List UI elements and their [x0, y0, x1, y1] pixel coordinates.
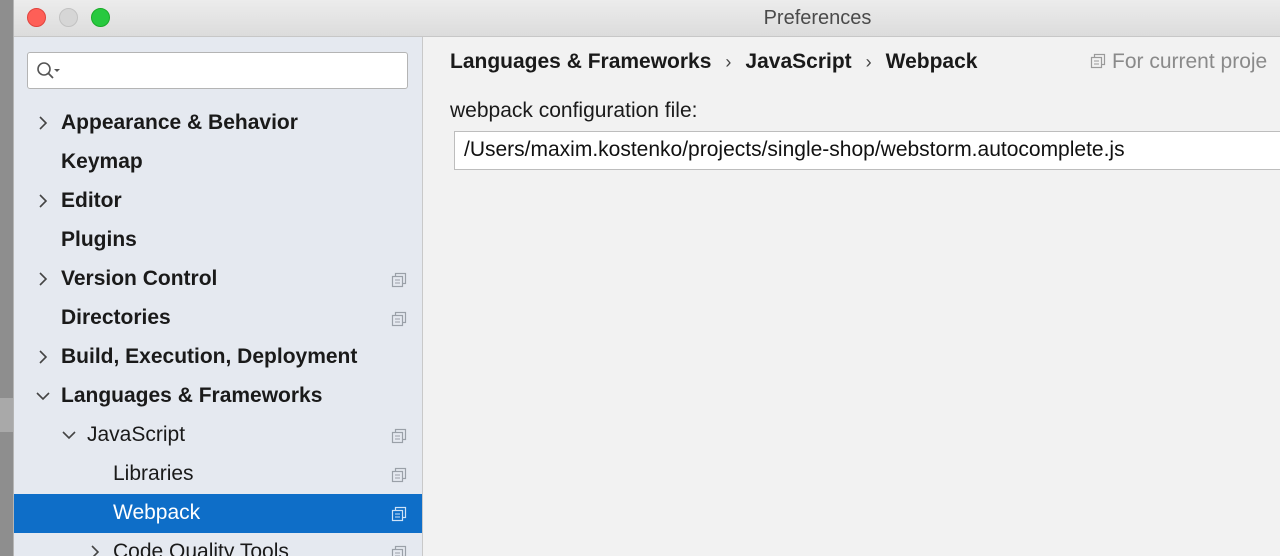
scope-indicator: For current proje — [1090, 50, 1267, 74]
project-scope-icon — [391, 545, 407, 556]
sidebar-item-version-control[interactable]: Version Control — [14, 260, 422, 299]
sidebar-item-keymap[interactable]: Keymap — [14, 143, 422, 182]
breadcrumb-item[interactable]: JavaScript — [745, 50, 851, 73]
sidebar-item-libraries[interactable]: Libraries — [14, 455, 422, 494]
sidebar-item-directories[interactable]: Directories — [14, 299, 422, 338]
sidebar-item-build-execution-deployment[interactable]: Build, Execution, Deployment — [14, 338, 422, 377]
project-scope-icon — [391, 467, 407, 483]
preferences-window: Preferences Appearance & Behavior Keymap E… — [13, 0, 1280, 556]
settings-content: Languages & Frameworks › JavaScript › Webpac… — [423, 37, 1280, 556]
sidebar-item-label: Keymap — [61, 150, 143, 173]
sidebar-item-label: Languages & Frameworks — [61, 384, 323, 407]
sidebar-item-label: Code Quality Tools — [113, 540, 289, 556]
webpack-config-field[interactable]: /Users/maxim.kostenko/projects/single-sh… — [454, 131, 1280, 170]
settings-sidebar: Appearance & Behavior Keymap Editor Plugins… — [14, 37, 423, 556]
breadcrumb-item: Webpack — [885, 50, 978, 73]
sidebar-item-label: Editor — [61, 189, 122, 212]
settings-search-input[interactable] — [27, 52, 408, 89]
sidebar-item-label: Build, Execution, Deployment — [61, 345, 358, 368]
chevron-right-icon[interactable] — [35, 193, 51, 209]
sidebar-item-label: Libraries — [113, 462, 194, 485]
project-scope-icon — [1090, 53, 1106, 69]
sidebar-item-appearance-behavior[interactable]: Appearance & Behavior — [14, 104, 422, 143]
sidebar-item-languages-frameworks[interactable]: Languages & Frameworks — [14, 377, 422, 416]
sidebar-item-label: Webpack — [113, 501, 201, 524]
project-scope-icon — [391, 272, 407, 288]
sidebar-item-editor[interactable]: Editor — [14, 182, 422, 221]
breadcrumb: Languages & Frameworks › JavaScript › Webpac… — [450, 50, 977, 74]
sidebar-item-label: Directories — [61, 306, 171, 329]
chevron-right-icon[interactable] — [35, 271, 51, 287]
sidebar-item-label: Plugins — [61, 228, 137, 251]
background-window-strip — [0, 398, 13, 432]
sidebar-item-webpack[interactable]: Webpack — [14, 494, 422, 533]
search-icon — [37, 62, 60, 79]
sidebar-item-label: Appearance & Behavior — [61, 111, 298, 134]
webpack-config-label: webpack configuration file: — [450, 99, 698, 122]
project-scope-icon — [391, 428, 407, 444]
chevron-right-icon[interactable] — [35, 349, 51, 365]
chevron-down-icon[interactable] — [35, 388, 51, 404]
breadcrumb-item[interactable]: Languages & Frameworks — [450, 50, 711, 73]
project-scope-icon — [391, 506, 407, 522]
sidebar-item-label: JavaScript — [87, 423, 186, 446]
chevron-down-icon[interactable] — [61, 427, 77, 443]
chevron-right-icon[interactable] — [35, 115, 51, 131]
title-bar: Preferences — [14, 0, 1280, 37]
project-scope-icon — [391, 311, 407, 327]
breadcrumb-separator: › — [725, 52, 732, 72]
sidebar-item-plugins[interactable]: Plugins — [14, 221, 422, 260]
breadcrumb-separator: › — [865, 52, 872, 72]
scope-label: For current proje — [1112, 50, 1268, 73]
sidebar-item-code-quality-tools[interactable]: Code Quality Tools — [14, 533, 422, 556]
sidebar-item-javascript[interactable]: JavaScript — [14, 416, 422, 455]
chevron-right-icon[interactable] — [87, 544, 103, 556]
window-title: Preferences — [763, 7, 872, 29]
sidebar-item-label: Version Control — [61, 267, 218, 290]
